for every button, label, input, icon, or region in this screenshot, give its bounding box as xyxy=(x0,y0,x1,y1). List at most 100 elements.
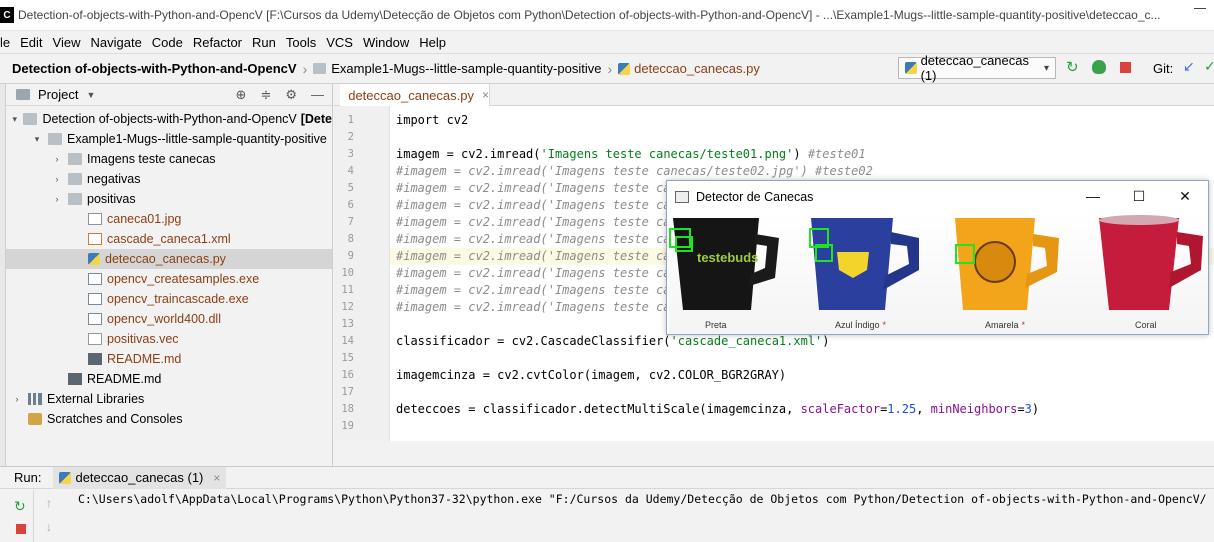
minimize-icon[interactable]: — xyxy=(1070,181,1116,211)
code-line[interactable]: imagem = cv2.imread('Imagens teste canec… xyxy=(396,146,1039,163)
code-line[interactable] xyxy=(396,418,1039,435)
menu-view[interactable]: View xyxy=(53,35,81,50)
code-line[interactable]: import cv2 xyxy=(396,112,1039,129)
breadcrumb-folder[interactable]: Example1-Mugs--little-sample-quantity-po… xyxy=(331,61,601,76)
code-line[interactable]: #imagem = cv2.imread('Imagens teste cane… xyxy=(396,163,1039,180)
line-number: 18 xyxy=(334,401,354,418)
mug-label-text: Azul Índigo xyxy=(835,320,880,330)
tree-item[interactable]: README.md xyxy=(6,349,332,369)
tree-item[interactable]: opencv_traincascade.exe xyxy=(6,289,332,309)
run-label: Run: xyxy=(14,470,41,485)
mug-brand-text: testebuds xyxy=(697,250,758,265)
rerun-icon[interactable]: ↻ xyxy=(14,498,26,515)
folder-icon xyxy=(68,193,82,205)
tree-item[interactable]: ▾Example1-Mugs--little-sample-quantity-p… xyxy=(6,129,332,149)
tree-item-label: positivas.vec xyxy=(107,332,179,346)
folder-icon xyxy=(23,113,37,125)
menu-navigate[interactable]: Navigate xyxy=(90,35,141,50)
tree-item[interactable]: deteccao_canecas.py xyxy=(6,249,332,269)
git-update-icon[interactable]: ↙ xyxy=(1183,58,1195,75)
git-commit-icon[interactable]: ✓ xyxy=(1204,58,1214,75)
tree-item[interactable]: Scratches and Consoles xyxy=(6,409,332,429)
folder-icon xyxy=(313,63,326,74)
line-number: 19 xyxy=(334,418,354,435)
menu-run[interactable]: Run xyxy=(252,35,276,50)
git-label: Git: xyxy=(1153,61,1173,76)
chevron-down-icon[interactable]: ▾ xyxy=(32,134,42,145)
code-line[interactable]: deteccoes = classificador.detectMultiSca… xyxy=(396,401,1039,418)
tree-item-label: opencv_createsamples.exe xyxy=(107,272,259,286)
breadcrumb-project[interactable]: Detection of-objects-with-Python-and-Ope… xyxy=(12,61,297,76)
code-line[interactable]: imagemcinza = cv2.cvtColor(imagem, cv2.C… xyxy=(396,367,1039,384)
binary-file-icon xyxy=(88,313,102,325)
menu-vcs[interactable]: VCS xyxy=(326,35,353,50)
menu-file[interactable]: le xyxy=(0,35,10,50)
detection-box xyxy=(955,244,975,264)
tree-item[interactable]: caneca01.jpg xyxy=(6,209,332,229)
breadcrumb-file[interactable]: deteccao_canecas.py xyxy=(634,61,760,76)
menu-help[interactable]: Help xyxy=(419,35,446,50)
chevron-right-icon[interactable]: › xyxy=(52,154,62,164)
tree-item[interactable]: opencv_createsamples.exe xyxy=(6,269,332,289)
stop-icon[interactable] xyxy=(16,524,26,534)
hide-icon[interactable]: — xyxy=(311,87,324,103)
menu-refactor[interactable]: Refactor xyxy=(193,35,242,50)
tree-item[interactable]: ▾Detection of-objects-with-Python-and-Op… xyxy=(6,109,332,129)
line-number: 14 xyxy=(334,333,354,350)
chevron-right-icon[interactable]: › xyxy=(52,194,62,204)
arrow-up-icon[interactable]: ↑ xyxy=(46,496,52,510)
chevron-right-icon: › xyxy=(607,61,612,77)
arrow-down-icon[interactable]: ↓ xyxy=(46,520,52,534)
run-tab[interactable]: deteccao_canecas (1) × xyxy=(53,467,226,489)
code-line[interactable]: classificador = cv2.CascadeClassifier('c… xyxy=(396,333,1039,350)
chevron-down-icon[interactable]: ▾ xyxy=(12,114,17,125)
debug-icon[interactable] xyxy=(1092,60,1106,74)
close-icon[interactable]: × xyxy=(482,88,489,102)
gear-icon[interactable]: ⚙ xyxy=(285,87,297,103)
tab-deteccao-canecas[interactable]: deteccao_canecas.py × xyxy=(340,84,490,106)
project-panel-title[interactable]: Project xyxy=(38,87,78,102)
code-line[interactable] xyxy=(396,350,1039,367)
mug-label-text: Coral xyxy=(1135,320,1157,330)
stop-icon[interactable] xyxy=(1120,62,1131,73)
menu-edit[interactable]: Edit xyxy=(20,35,42,50)
close-icon[interactable]: ✕ xyxy=(1162,181,1208,211)
chevron-right-icon[interactable]: › xyxy=(12,394,22,404)
project-panel-header: Project ▼ ⊕ ≑ ⚙ — xyxy=(6,84,332,106)
tree-item[interactable]: › External Libraries xyxy=(6,389,332,409)
tree-item[interactable]: ›negativas xyxy=(6,169,332,189)
line-number: 13 xyxy=(334,316,354,333)
folder-icon xyxy=(68,153,82,165)
run-configuration-label: deteccao_canecas (1) xyxy=(921,53,1044,83)
menu-window[interactable]: Window xyxy=(363,35,409,50)
line-number: 16 xyxy=(334,367,354,384)
tree-item[interactable]: ›positivas xyxy=(6,189,332,209)
run-panel-header: Run: deteccao_canecas (1) × xyxy=(0,467,1214,489)
locate-icon[interactable]: ⊕ xyxy=(236,87,247,103)
maximize-icon[interactable]: ☐ xyxy=(1116,181,1162,211)
minimize-button[interactable] xyxy=(1194,8,1206,9)
chevron-down-icon[interactable]: ▼ xyxy=(86,90,95,100)
run-toolbar: ↻ xyxy=(0,490,34,542)
menu-bar: le Edit View Navigate Code Refactor Run … xyxy=(0,31,1214,53)
tree-item[interactable]: README.md xyxy=(6,369,332,389)
tree-item[interactable]: opencv_world400.dll xyxy=(6,309,332,329)
tree-item[interactable]: cascade_caneca1.xml xyxy=(6,229,332,249)
rerun-icon[interactable]: ↻ xyxy=(1066,58,1080,72)
breadcrumb: Detection of-objects-with-Python-and-Ope… xyxy=(12,61,760,77)
menu-code[interactable]: Code xyxy=(152,35,183,50)
code-line[interactable] xyxy=(396,129,1039,146)
chevron-right-icon[interactable]: › xyxy=(52,174,62,184)
menu-tools[interactable]: Tools xyxy=(286,35,316,50)
line-number: 12 xyxy=(334,299,354,316)
code-line[interactable] xyxy=(396,384,1039,401)
close-icon[interactable]: × xyxy=(213,471,220,485)
mug-label-text: Amarela xyxy=(985,320,1019,330)
tree-item[interactable]: positivas.vec xyxy=(6,329,332,349)
tree-item[interactable]: ›Imagens teste canecas xyxy=(6,149,332,169)
run-configuration-select[interactable]: deteccao_canecas (1) ▾ xyxy=(898,57,1056,79)
line-number: 8 xyxy=(334,231,354,248)
collapse-all-icon[interactable]: ≑ xyxy=(260,87,271,103)
tree-item-label: External Libraries xyxy=(47,392,144,406)
star-marker: * xyxy=(883,320,887,330)
